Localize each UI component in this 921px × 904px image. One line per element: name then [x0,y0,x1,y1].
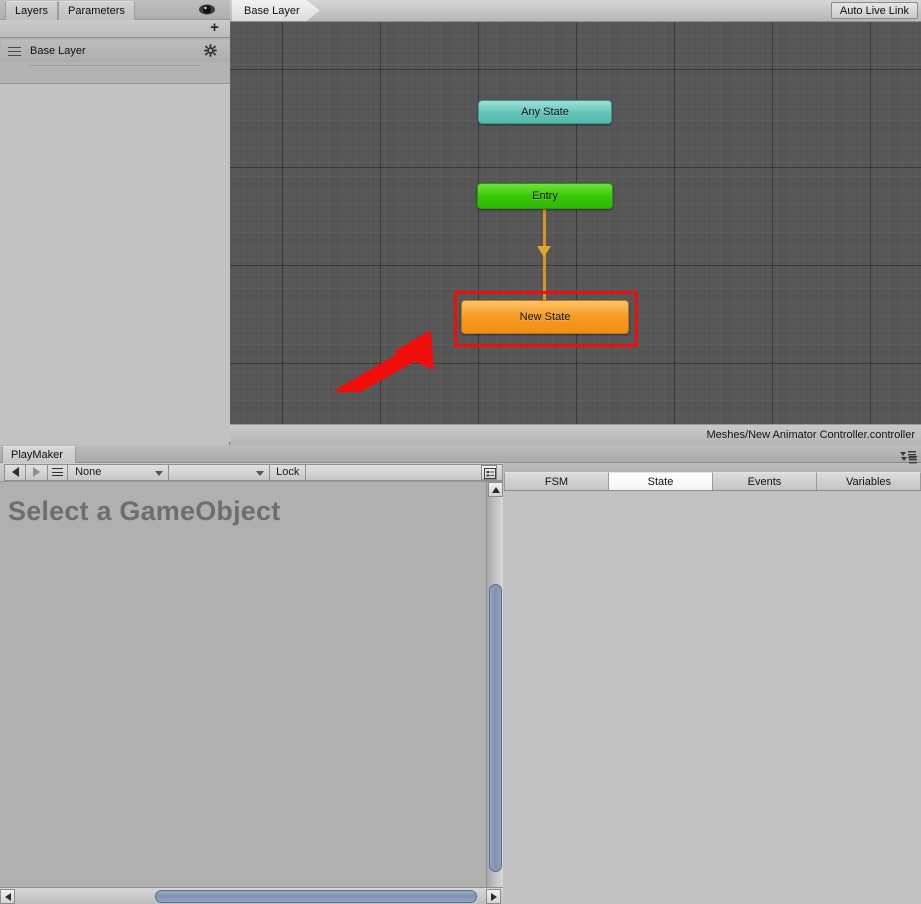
vertical-scrollbar[interactable] [486,482,503,904]
tab-events[interactable]: Events [713,472,817,490]
layer-divider [29,65,201,66]
state-node-any-state[interactable]: Any State [478,100,612,124]
annotation-highlight-rect [454,291,638,347]
graph-canvas[interactable]: Any State Entry New State [230,22,921,424]
controller-path-label: Meshes/New Animator Controller.controlle… [706,429,915,441]
breadcrumb[interactable]: Base Layer [232,0,320,21]
layers-empty-area [0,84,230,442]
transition-arrow-icon [537,246,551,257]
tab-state[interactable]: State [609,472,713,490]
auto-live-link-button[interactable]: Auto Live Link [830,2,918,19]
arrow-right-icon [33,467,41,477]
playmaker-right-topbar [504,456,921,472]
forward-button[interactable] [25,463,48,481]
playmaker-right-pane: FSM State Events Variables [504,456,921,904]
add-layer-button[interactable]: + [208,20,221,35]
layer-name: Base Layer [30,45,86,57]
lock-button[interactable]: Lock [269,463,307,481]
layer-row-base-layer[interactable]: Base Layer [1,40,229,66]
eye-icon[interactable] [198,3,216,16]
scroll-left-icon [4,892,11,901]
app-root: Layers Parameters + Base Layer Base Laye… [0,0,921,904]
drag-handle-icon[interactable] [8,46,21,56]
tab-parameters[interactable]: Parameters [58,1,135,20]
fsm-owner-dropdown[interactable]: None [67,463,170,481]
options-menu-icon[interactable] [901,455,917,467]
scroll-up-button[interactable] [488,482,503,497]
animator-graph-area: Base Layer Auto Live Link Any State Entr… [230,0,921,445]
scroll-right-icon [490,892,497,901]
tab-fsm[interactable]: FSM [504,472,609,490]
inspector-icon[interactable] [481,465,497,480]
playmaker-menu-button[interactable] [46,463,69,481]
tab-layers[interactable]: Layers [5,1,59,20]
fsm-select-dropdown[interactable] [168,463,271,481]
tab-playmaker[interactable]: PlayMaker [2,446,76,463]
playmaker-tab-strip: FSM State Events Variables [504,472,921,491]
chevron-down-icon [256,470,265,476]
graph-status-bar: Meshes/New Animator Controller.controlle… [230,424,921,445]
back-button[interactable] [4,463,27,481]
scroll-right-button[interactable] [486,889,501,904]
hamburger-icon [51,468,63,476]
layers-panel: Layers Parameters + Base Layer [0,0,230,445]
layers-tabbar: Layers Parameters [0,0,230,20]
fsm-owner-value: None [75,466,102,478]
lock-label: Lock [276,466,300,478]
horizontal-scrollbar-thumb[interactable] [155,890,477,903]
tab-variables[interactable]: Variables [817,472,921,490]
layer-list: Base Layer [0,38,230,84]
layers-add-bar: + [0,20,230,38]
empty-state-message: Select a GameObject [8,496,281,526]
vertical-scrollbar-thumb[interactable] [489,584,502,872]
playmaker-left-pane: None Lock Select a GameObject [0,463,504,904]
toolbar-spacer [305,463,504,481]
arrow-left-icon [11,467,19,477]
scroll-left-button[interactable] [0,889,15,904]
gear-icon[interactable] [204,44,217,57]
graph-toolbar: Base Layer Auto Live Link [230,0,921,22]
annotation-arrow-icon [335,322,460,402]
playmaker-window: PlayMaker None Lock Select a GameObject … [0,445,921,904]
playmaker-content-area[interactable]: Select a GameObject 玩 [0,482,503,904]
playmaker-right-body [504,491,921,904]
chevron-down-icon [155,470,164,476]
playmaker-toolbar: None Lock [0,463,504,482]
horizontal-scrollbar[interactable] [0,887,503,904]
playmaker-tabbar: PlayMaker [0,445,921,463]
scroll-up-icon [491,486,500,493]
state-node-entry[interactable]: Entry [477,183,613,209]
animator-window: Layers Parameters + Base Layer Base Laye… [0,0,921,445]
